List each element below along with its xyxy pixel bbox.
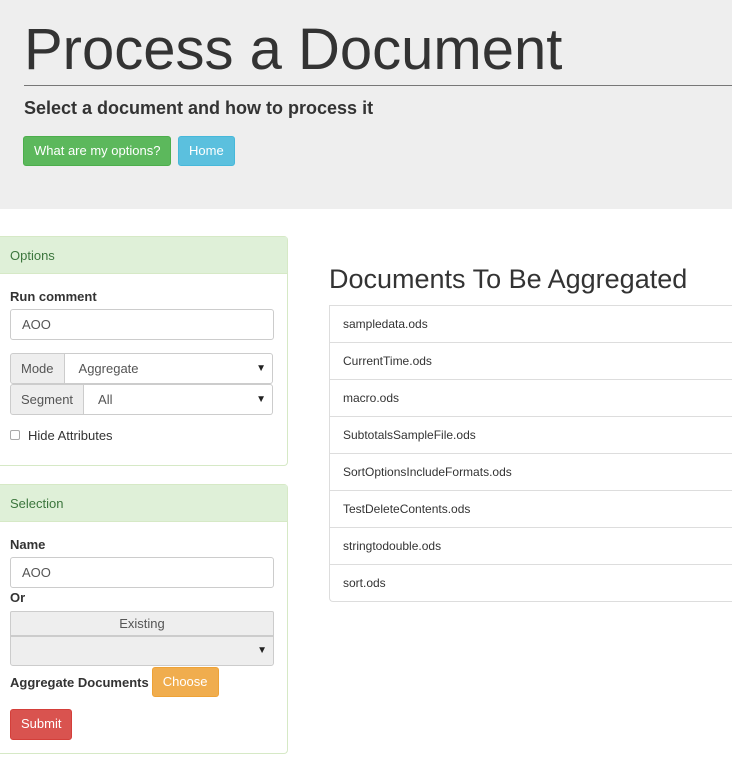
name-label: Name (10, 537, 46, 552)
existing-button[interactable]: Existing (10, 611, 274, 636)
mode-label: Mode (10, 353, 65, 384)
segment-dropdown-arrow-icon: ▼ (256, 394, 266, 405)
options-help-button[interactable]: What are my options? (23, 136, 172, 166)
segment-label: Segment (10, 384, 85, 415)
mode-dropdown-arrow-icon: ▼ (256, 363, 266, 374)
options-panel: Options Run comment AOO Mode Aggregate ▼… (0, 236, 288, 466)
segment-select-value: All (98, 392, 113, 407)
mode-select-value: Aggregate (78, 361, 139, 376)
page-title: Process a Document (24, 17, 563, 82)
list-item[interactable]: sort.ods (330, 564, 732, 601)
list-item[interactable]: TestDeleteContents.ods (330, 490, 732, 527)
existing-dropdown-arrow-icon: ▼ (257, 645, 267, 656)
list-item[interactable]: stringtodouble.ods (330, 527, 732, 564)
name-input[interactable]: AOO (10, 557, 274, 588)
list-item[interactable]: SubtotalsSampleFile.ods (330, 416, 732, 453)
segment-select[interactable]: All ▼ (84, 384, 273, 415)
selection-panel: Selection Name AOO Or Existing ▼ Aggrega… (0, 484, 288, 754)
run-comment-label: Run comment (10, 289, 97, 304)
mode-select-group: Mode Aggregate ▼ (10, 353, 273, 384)
list-item[interactable]: sampledata.ods (330, 305, 732, 342)
mode-select[interactable]: Aggregate ▼ (64, 353, 273, 384)
documents-list: sampledata.ods CurrentTime.ods macro.ods… (329, 305, 732, 602)
options-panel-heading: Options (0, 237, 287, 274)
hide-attributes-label: Hide Attributes (28, 427, 113, 443)
choose-button[interactable]: Choose (151, 667, 219, 697)
run-comment-input[interactable]: AOO (10, 309, 274, 340)
aggregate-documents-row: Aggregate Documents Choose (10, 667, 219, 697)
existing-select[interactable]: ▼ (10, 636, 274, 666)
or-label: Or (10, 590, 26, 605)
list-item[interactable]: macro.ods (330, 379, 732, 416)
header-jumbotron: Process a Document Select a document and… (0, 0, 732, 209)
segment-select-group: Segment All ▼ (10, 384, 273, 415)
list-item[interactable]: SortOptionsIncludeFormats.ods (330, 453, 732, 490)
documents-heading: Documents To Be Aggregated (329, 264, 688, 294)
title-divider (24, 85, 732, 86)
aggregate-documents-label: Aggregate Documents (10, 674, 149, 690)
submit-button[interactable]: Submit (10, 709, 73, 740)
hide-attributes-row: Hide Attributes (10, 427, 113, 443)
home-button[interactable]: Home (178, 136, 235, 166)
page-subtitle: Select a document and how to process it (24, 98, 374, 118)
hide-attributes-checkbox[interactable] (10, 430, 20, 440)
list-item[interactable]: CurrentTime.ods (330, 342, 732, 379)
selection-panel-heading: Selection (0, 485, 287, 522)
